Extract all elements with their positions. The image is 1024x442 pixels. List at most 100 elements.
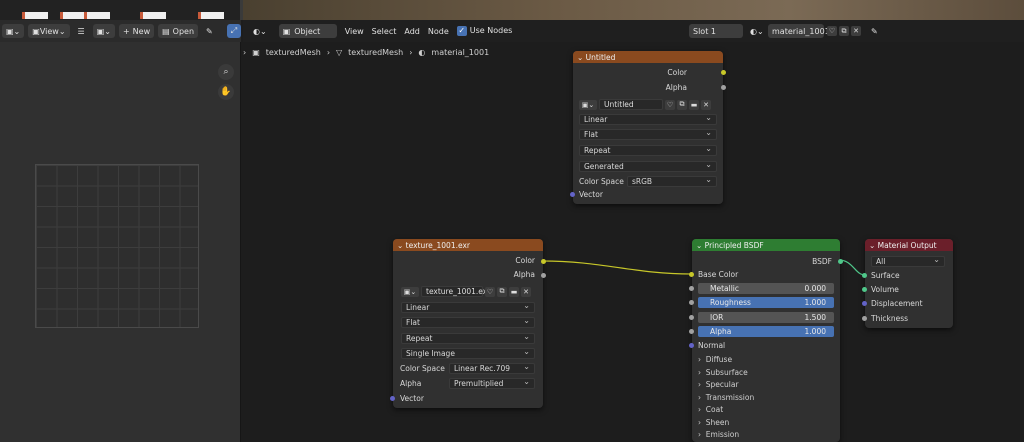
- fake-user-icon[interactable]: ♡: [665, 99, 675, 110]
- alpha-slider[interactable]: Alpha 1.000: [698, 326, 834, 337]
- folder-icon[interactable]: ▬: [509, 286, 519, 297]
- zoom-icon[interactable]: ⌕: [218, 64, 234, 80]
- node-editor-header: ◐⌄ ▣ Object View Select Add Node ✓ Use No…: [243, 20, 1024, 42]
- duplicate-icon[interactable]: ⧉: [497, 286, 507, 297]
- node-image-texture[interactable]: ⌄ texture_1001.exr Color Alpha ▣⌄ textur…: [390, 239, 546, 408]
- ior-slider[interactable]: IOR 1.500: [698, 312, 834, 323]
- panel-label: Coat: [705, 405, 724, 414]
- new-image-button[interactable]: + New: [118, 24, 155, 38]
- thumbnail[interactable]: [198, 12, 224, 19]
- source-dropdown[interactable]: Generated: [579, 160, 717, 172]
- menu-node[interactable]: Node: [428, 27, 449, 36]
- close-icon[interactable]: ✕: [701, 99, 711, 110]
- socket-surface-in[interactable]: [862, 273, 867, 278]
- target-dropdown[interactable]: All: [871, 255, 945, 267]
- extension-dropdown[interactable]: Repeat: [401, 332, 535, 344]
- interpolation-dropdown[interactable]: Linear: [401, 301, 535, 313]
- panel-diffuse[interactable]: › Diffuse: [698, 355, 732, 364]
- editor-type-icon[interactable]: ▣⌄: [2, 24, 25, 38]
- use-nodes-checkbox[interactable]: ✓ Use Nodes: [456, 26, 513, 36]
- image-browse-icon[interactable]: ▣⌄: [579, 99, 597, 110]
- socket-metallic-in[interactable]: [689, 286, 694, 291]
- thumbnail[interactable]: [84, 12, 110, 19]
- output-color-label: Color: [667, 68, 687, 77]
- duplicate-icon[interactable]: ⧉: [839, 26, 849, 36]
- image-name-field[interactable]: texture_1001.exr: [421, 286, 490, 297]
- extension-dropdown[interactable]: Repeat: [579, 144, 717, 156]
- socket-alpha-out[interactable]: [541, 273, 546, 278]
- interpolation-dropdown[interactable]: Linear: [579, 113, 717, 125]
- node-material-output[interactable]: ⌄ Material Output All Surface Volume Dis…: [862, 239, 953, 328]
- metallic-slider[interactable]: Metallic 0.000: [698, 283, 834, 294]
- slot-dropdown[interactable]: Slot 1: [689, 24, 743, 38]
- pin-icon[interactable]: ✎: [202, 24, 217, 38]
- socket-vector-in[interactable]: [390, 396, 395, 401]
- menu-add[interactable]: Add: [404, 27, 420, 36]
- projection-dropdown[interactable]: Flat: [579, 128, 717, 140]
- color-space-dropdown[interactable]: Linear Rec.709: [449, 362, 535, 374]
- object-mode-dropdown[interactable]: ▣ Object: [278, 24, 337, 38]
- socket-vector-in[interactable]: [570, 192, 575, 197]
- socket-displacement-in[interactable]: [862, 301, 867, 306]
- thumbnail[interactable]: [60, 12, 86, 19]
- image-browse-icon[interactable]: ▣⌄: [401, 286, 419, 297]
- node-header[interactable]: ⌄ Untitled: [573, 51, 723, 63]
- socket-roughness-in[interactable]: [689, 300, 694, 305]
- unlink-icon[interactable]: ✕: [851, 26, 861, 36]
- editor-type-icon[interactable]: ◐⌄: [249, 24, 271, 38]
- output-alpha-label: Alpha: [513, 270, 535, 279]
- socket-basecolor-in[interactable]: [689, 272, 694, 277]
- panel-transmission[interactable]: › Transmission: [698, 393, 754, 402]
- socket-thickness-in[interactable]: [862, 316, 867, 321]
- node-header[interactable]: ⌄ Principled BSDF: [692, 239, 840, 251]
- node-principled-bsdf[interactable]: ⌄ Principled BSDF BSDF Base Color Metall…: [689, 239, 843, 442]
- close-icon[interactable]: ✕: [521, 286, 531, 297]
- socket-normal-in[interactable]: [689, 343, 694, 348]
- roughness-slider[interactable]: Roughness 1.000: [698, 297, 834, 308]
- panel-coat[interactable]: › Coat: [698, 405, 723, 414]
- node-title: Untitled: [585, 52, 616, 62]
- shader-node-editor[interactable]: ◐⌄ ▣ Object View Select Add Node ✓ Use No…: [243, 20, 1024, 442]
- thumbnail[interactable]: [140, 12, 166, 19]
- sync-icon[interactable]: ⤢: [226, 24, 242, 38]
- duplicate-icon[interactable]: ⧉: [677, 99, 687, 110]
- view-mode-dropdown[interactable]: ▣ View ⌄: [28, 24, 70, 38]
- image-browse-icon[interactable]: ▣⌄: [92, 24, 115, 38]
- fake-user-icon[interactable]: ♡: [827, 26, 837, 36]
- hand-pan-icon[interactable]: ✋: [218, 84, 234, 100]
- panel-emission[interactable]: › Emission: [698, 430, 739, 439]
- socket-alpha-in[interactable]: [689, 329, 694, 334]
- socket-bsdf-out[interactable]: [838, 259, 843, 264]
- socket-ior-in[interactable]: [689, 315, 694, 320]
- node-header[interactable]: ⌄ Material Output: [865, 239, 953, 251]
- fake-user-icon[interactable]: ♡: [485, 286, 495, 297]
- image-name-field[interactable]: Untitled: [599, 99, 663, 110]
- uv-grid[interactable]: [35, 164, 199, 328]
- menu-select[interactable]: Select: [372, 27, 397, 36]
- socket-volume-in[interactable]: [862, 287, 867, 292]
- socket-color-out[interactable]: [721, 70, 726, 75]
- socket-color-out[interactable]: [541, 259, 546, 264]
- source-dropdown[interactable]: Single Image: [401, 347, 535, 359]
- output-alpha-label: Alpha: [665, 83, 687, 92]
- projection-dropdown[interactable]: Flat: [401, 316, 535, 328]
- open-image-button[interactable]: ▤ Open: [158, 24, 199, 38]
- thumbnail[interactable]: [22, 12, 48, 19]
- panel-label: Sheen: [705, 418, 730, 427]
- color-space-dropdown[interactable]: sRGB: [627, 175, 717, 187]
- menu-view[interactable]: View: [345, 27, 364, 36]
- material-name-field[interactable]: material_1001: [768, 24, 830, 38]
- panel-subsurface[interactable]: › Subsurface: [698, 368, 748, 377]
- alpha-mode-dropdown[interactable]: Premultiplied: [449, 377, 535, 389]
- hamburger-icon[interactable]: ☰: [74, 24, 89, 38]
- material-browse-icon[interactable]: ◐⌄: [746, 24, 768, 38]
- folder-icon[interactable]: ▬: [689, 99, 699, 110]
- use-nodes-label: Use Nodes: [469, 26, 513, 35]
- socket-alpha-out[interactable]: [721, 85, 726, 90]
- output-bsdf-label: BSDF: [812, 257, 832, 266]
- node-header[interactable]: ⌄ texture_1001.exr: [393, 239, 543, 251]
- node-image-untitled[interactable]: ⌄ Untitled Color Alpha ▣⌄ Untitled ♡ ⧉ ▬…: [570, 51, 726, 204]
- pin-icon[interactable]: ✎: [867, 24, 882, 38]
- panel-sheen[interactable]: › Sheen: [698, 418, 729, 427]
- panel-specular[interactable]: › Specular: [698, 380, 739, 389]
